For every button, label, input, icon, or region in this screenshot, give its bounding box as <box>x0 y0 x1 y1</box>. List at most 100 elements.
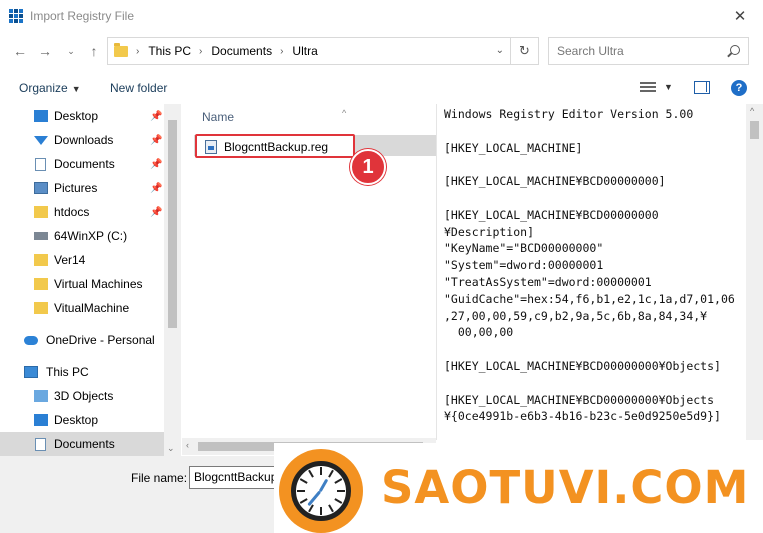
desktop-icon <box>34 414 48 426</box>
preview-line: [HKEY_LOCAL_MACHINE¥BCD00000000¥Objects] <box>444 358 721 373</box>
registry-file-icon <box>205 140 217 154</box>
address-dropdown-icon[interactable]: ⌄ <box>496 45 504 56</box>
folder-icon <box>34 206 48 218</box>
navigation-scrollbar[interactable]: ⌄ <box>164 104 181 456</box>
back-button[interactable]: ← <box>9 40 31 62</box>
sidebar-item-64winxp[interactable]: 64WinXP (C:) <box>0 224 164 248</box>
refresh-button[interactable]: ↻ <box>510 38 538 64</box>
forward-button[interactable]: → <box>34 40 56 62</box>
desktop-icon <box>34 110 48 122</box>
sidebar-item-desktop-pc[interactable]: Desktop <box>0 408 164 432</box>
sort-ascending-icon: ^ <box>342 108 347 118</box>
pin-icon[interactable]: 📌 <box>150 183 162 194</box>
sidebar-item-label: 3D Objects <box>54 389 114 403</box>
this-pc-icon <box>24 366 38 378</box>
preview-line: 00,00,00 <box>444 325 514 340</box>
sidebar-item-desktop[interactable]: Desktop 📌 <box>0 104 164 128</box>
caret-down-icon: ▼ <box>71 84 81 94</box>
sidebar-item-vitualmachine[interactable]: VitualMachine <box>0 296 164 320</box>
recent-locations-button[interactable]: ⌄ <box>60 40 82 62</box>
new-folder-button[interactable]: New folder <box>110 81 167 95</box>
search-placeholder: Search Ultra <box>557 44 624 58</box>
scroll-left-icon[interactable]: ‹ <box>186 440 189 450</box>
preview-line <box>444 190 735 207</box>
title-bar: Import Registry File ✕ <box>0 0 763 32</box>
chevron-right-icon: › <box>280 45 284 57</box>
address-bar[interactable]: › This PC › Documents › Ultra ⌄ ↻ <box>107 37 539 65</box>
chevron-right-icon: › <box>136 45 140 57</box>
preview-line: "GuidCache"=hex:54,f6,b1,e2,1c,1a,d7,01,… <box>444 291 735 306</box>
sidebar-item-label: Documents <box>54 157 115 171</box>
sidebar-item-label: VitualMachine <box>54 301 130 315</box>
preview-line: ¥Description] <box>444 224 535 239</box>
sidebar-item-label: Desktop <box>54 109 99 123</box>
help-icon[interactable]: ? <box>731 80 747 96</box>
breadcrumb-ultra[interactable]: Ultra <box>292 44 317 58</box>
chevron-right-icon: › <box>199 45 203 57</box>
preview-pane-toggle-icon[interactable] <box>694 81 710 94</box>
organize-button[interactable]: Organize ▼ <box>19 81 81 95</box>
sidebar-item-label: Virtual Machines <box>54 277 143 291</box>
view-options-icon[interactable] <box>640 82 656 94</box>
pin-icon[interactable]: 📌 <box>150 207 162 218</box>
sidebar-item-documents-pc[interactable]: Documents <box>0 432 164 456</box>
sidebar-item-label: 64WinXP (C:) <box>54 229 128 243</box>
sidebar-item-ver14[interactable]: Ver14 <box>0 248 164 272</box>
sidebar-item-label: htdocs <box>54 205 90 219</box>
breadcrumb-documents[interactable]: Documents <box>211 44 272 58</box>
folder-icon <box>114 42 128 57</box>
scroll-up-icon[interactable]: ^ <box>750 106 754 116</box>
file-item-blogcnttbackup[interactable]: BlogcnttBackup.reg <box>195 134 355 158</box>
file-name-label: File name: <box>131 471 188 485</box>
scrollbar-thumb[interactable] <box>750 121 759 139</box>
documents-icon <box>35 157 46 171</box>
sidebar-item-this-pc[interactable]: This PC <box>0 360 164 384</box>
column-header-name[interactable]: Name ^ <box>202 108 346 124</box>
sidebar-item-downloads[interactable]: Downloads 📌 <box>0 128 164 152</box>
sidebar-item-label: Downloads <box>54 133 114 147</box>
sidebar-item-3d-objects[interactable]: 3D Objects <box>0 384 164 408</box>
downloads-icon <box>34 135 48 145</box>
preview-line: ¥{0ce4991b-e6b3-4b16-b23c-5e0d9250e5d9}] <box>444 409 721 424</box>
watermark: SAOTUVI.COM <box>274 443 763 533</box>
sidebar-item-label: OneDrive - Personal <box>46 333 155 347</box>
column-header-label: Name <box>202 110 235 124</box>
folder-icon <box>34 302 48 314</box>
search-icon <box>730 45 740 55</box>
folder-icon <box>34 278 48 290</box>
refresh-icon: ↻ <box>519 43 530 58</box>
preview-line: [HKEY_LOCAL_MACHINE] <box>444 140 583 155</box>
preview-line <box>444 156 735 173</box>
organize-label: Organize <box>19 81 68 95</box>
scrollbar-thumb[interactable] <box>168 120 177 328</box>
file-name-label: BlogcnttBackup.reg <box>224 140 329 154</box>
sidebar-item-label: Desktop <box>54 413 99 427</box>
view-dropdown-icon[interactable]: ▼ <box>664 82 673 92</box>
preview-scrollbar[interactable]: ^ <box>746 104 763 440</box>
preview-line: [HKEY_LOCAL_MACHINE¥BCD00000000] <box>444 174 666 189</box>
search-input[interactable]: Search Ultra <box>548 37 749 65</box>
breadcrumb-this-pc[interactable]: This PC <box>148 44 191 58</box>
sidebar-item-label: Ver14 <box>54 253 86 267</box>
sidebar-item-virtual-machines[interactable]: Virtual Machines <box>0 272 164 296</box>
clock-logo-icon <box>279 449 363 533</box>
3d-objects-icon <box>34 390 48 402</box>
preview-content: Windows Registry Editor Version 5.00 [HK… <box>444 106 735 425</box>
scroll-down-icon[interactable]: ⌄ <box>167 443 175 454</box>
sidebar-item-documents[interactable]: Documents 📌 <box>0 152 164 176</box>
up-arrow-icon: ↑ <box>90 43 98 59</box>
preview-line <box>444 341 735 358</box>
sidebar-item-pictures[interactable]: Pictures 📌 <box>0 176 164 200</box>
pin-icon[interactable]: 📌 <box>150 159 162 170</box>
sidebar-item-htdocs[interactable]: htdocs 📌 <box>0 200 164 224</box>
preview-line: "System"=dword:00000001 <box>444 258 604 273</box>
pin-icon[interactable]: 📌 <box>150 135 162 146</box>
preview-pane: Windows Registry Editor Version 5.00 [HK… <box>436 104 763 440</box>
up-button[interactable]: ↑ <box>83 40 105 62</box>
preview-line: ,27,00,00,59,c9,b2,9a,5c,6b,8a,84,34,¥ <box>444 308 708 323</box>
pin-icon[interactable]: 📌 <box>150 111 162 122</box>
sidebar-item-onedrive[interactable]: OneDrive - Personal <box>0 328 164 352</box>
forward-arrow-icon: → <box>38 43 52 59</box>
close-icon: ✕ <box>733 8 747 25</box>
close-button[interactable]: ✕ <box>717 0 763 32</box>
